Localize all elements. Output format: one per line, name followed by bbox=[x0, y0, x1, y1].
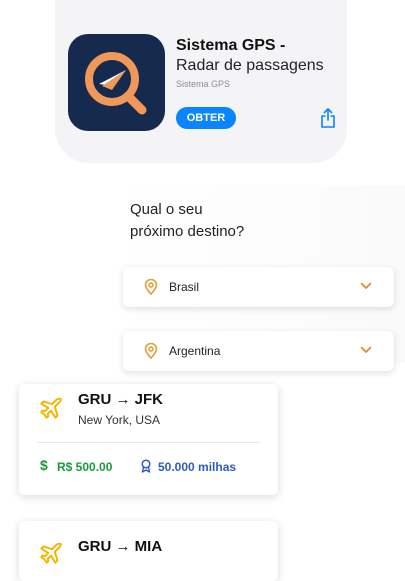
chevron-down-icon bbox=[360, 282, 372, 289]
airplane-icon bbox=[40, 397, 62, 419]
app-title: Sistema GPS - bbox=[176, 37, 286, 54]
app-store-card: Sistema GPS - Radar de passagens Sistema… bbox=[55, 0, 347, 163]
chevron-down-icon bbox=[360, 346, 372, 353]
flight-miles: 50.000 milhas bbox=[158, 460, 237, 474]
destination-select-argentina[interactable]: Argentina bbox=[123, 331, 394, 371]
radar-magnifier-icon[interactable] bbox=[68, 34, 165, 131]
get-button[interactable]: OBTER bbox=[176, 107, 236, 129]
destination-question: Qual o seu próximo destino? bbox=[130, 199, 330, 243]
flight-route: GRU → MIA bbox=[78, 538, 163, 555]
destination-question-line1: Qual o seu bbox=[130, 201, 203, 218]
app-developer[interactable]: Sistema GPS bbox=[176, 79, 230, 89]
destination-option-label: Argentina bbox=[169, 344, 221, 358]
award-ribbon-icon bbox=[141, 459, 151, 473]
share-icon[interactable] bbox=[320, 108, 336, 128]
flight-city: New York, USA bbox=[78, 413, 161, 427]
flight-card[interactable]: GRU → MIA bbox=[19, 521, 278, 581]
dollar-icon: $ bbox=[40, 457, 48, 473]
flight-card[interactable]: GRU → JFK New York, USA $ R$ 500.00 50.0… bbox=[19, 384, 278, 495]
location-pin-icon bbox=[144, 343, 158, 359]
airplane-icon bbox=[40, 542, 62, 564]
destination-select-brasil[interactable]: Brasil bbox=[123, 267, 394, 307]
destination-option-label: Brasil bbox=[169, 280, 200, 294]
app-subtitle: Radar de passagens bbox=[176, 57, 324, 74]
location-pin-icon bbox=[144, 279, 158, 295]
flight-price: R$ 500.00 bbox=[57, 460, 113, 474]
divider bbox=[37, 442, 260, 443]
flight-route: GRU → JFK bbox=[78, 391, 164, 408]
destination-panel: Qual o seu próximo destino? Brasil Argen… bbox=[112, 185, 405, 371]
destination-question-line2: próximo destino? bbox=[130, 223, 245, 240]
